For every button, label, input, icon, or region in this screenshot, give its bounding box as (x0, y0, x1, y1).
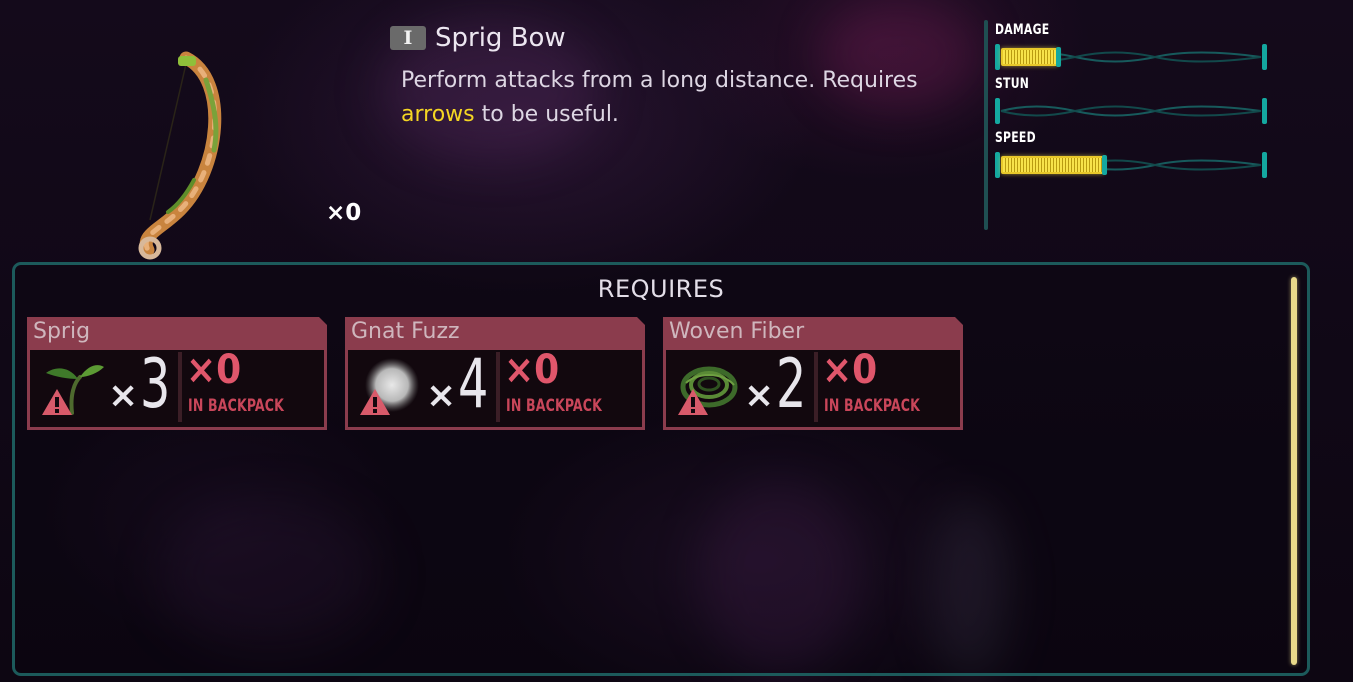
stat-fill (1001, 47, 1061, 67)
stat-speed: SPEED (995, 130, 1267, 180)
ingredient-name: Gnat Fuzz (351, 319, 460, 344)
stats-divider (984, 20, 988, 230)
card-divider (814, 352, 818, 422)
item-description: Perform attacks from a long distance. Re… (401, 64, 981, 132)
card-divider (496, 352, 500, 422)
stat-stun: STUN (995, 76, 1267, 126)
description-text: Perform attacks from a long distance. Re… (401, 68, 918, 93)
required-quantity: × 4 (426, 345, 489, 424)
stat-damage: DAMAGE (995, 22, 1267, 72)
ingredient-card-gnat-fuzz[interactable]: Gnat Fuzz × 4 ×0 IN BACKPACK (345, 317, 645, 430)
requires-panel: REQUIRES Sprig × 3 ×0 IN BACKPACK Gnat Fu… (12, 262, 1310, 676)
warning-icon (677, 388, 709, 416)
stat-bar (995, 98, 1267, 124)
item-name: Sprig Bow (435, 23, 566, 53)
required-quantity: × 2 (744, 345, 807, 424)
warning-icon (41, 388, 73, 416)
backpack-quantity: ×0 (504, 347, 560, 393)
card-divider (178, 352, 182, 422)
stat-bar (995, 44, 1267, 70)
ingredient-card-woven-fiber[interactable]: Woven Fiber × 2 ×0 IN BACKPACK (663, 317, 963, 430)
description-text-end: to be useful. (474, 102, 619, 127)
stat-label: STUN (995, 76, 1030, 92)
requires-title: REQUIRES (597, 275, 725, 303)
backpack-quantity: ×0 (186, 347, 242, 393)
stat-fill (1001, 155, 1107, 175)
warning-icon (359, 388, 391, 416)
description-keyword: arrows (401, 102, 475, 127)
in-backpack-label: IN BACKPACK (188, 396, 285, 416)
backpack-quantity: ×0 (822, 347, 878, 393)
stat-label: DAMAGE (995, 22, 1050, 38)
in-backpack-label: IN BACKPACK (506, 396, 603, 416)
ingredient-name: Sprig (33, 319, 91, 344)
required-quantity: × 3 (108, 345, 171, 424)
ingredient-name: Woven Fiber (669, 319, 805, 344)
ingredient-card-sprig[interactable]: Sprig × 3 ×0 IN BACKPACK (27, 317, 327, 430)
stat-bar (995, 152, 1267, 178)
item-info: I Sprig Bow Perform attacks from a long … (390, 18, 990, 132)
sprig-bow-icon (120, 50, 260, 265)
stat-label: SPEED (995, 130, 1036, 146)
scrollbar[interactable] (1291, 277, 1297, 665)
owned-count: ×0 (326, 200, 362, 226)
in-backpack-label: IN BACKPACK (824, 396, 921, 416)
tier-badge: I (390, 26, 426, 50)
